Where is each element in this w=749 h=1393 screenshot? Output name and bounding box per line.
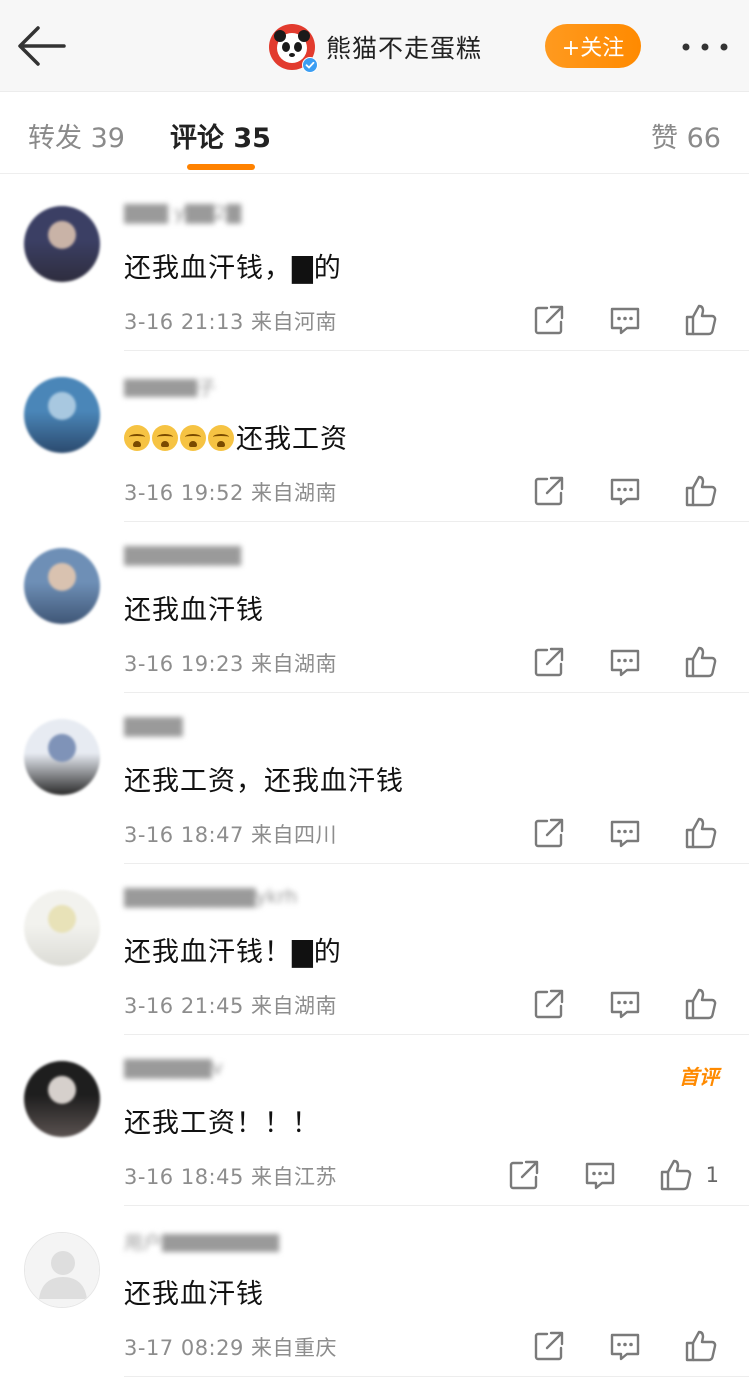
avatar[interactable]: [24, 719, 100, 795]
like-button[interactable]: [683, 644, 719, 680]
username[interactable]: ▇▇▇▇▇▇▇▇▇ykrh: [124, 886, 304, 910]
avatar[interactable]: [24, 1061, 100, 1137]
comment-text: 还我血汗钱！▇的: [124, 937, 342, 968]
comment-item: ▇▇▇▇▇▇v 首评 还我工资！！！ 3-16 18:45 来自江苏 1: [0, 1035, 749, 1206]
comment-icon[interactable]: [607, 986, 643, 1022]
more-icon[interactable]: [680, 40, 730, 54]
avatar[interactable]: [24, 1232, 100, 1308]
comment-icon[interactable]: [582, 1157, 618, 1193]
comment-actions: [491, 986, 719, 1022]
comment-meta: 3-16 21:45 来自湖南: [124, 994, 338, 1018]
crying-emoji-icon: [124, 425, 150, 451]
comment-text: 还我血汗钱，▇的: [124, 253, 342, 284]
crying-emoji-icon: [152, 425, 178, 451]
like-icon[interactable]: [683, 815, 719, 851]
like-button[interactable]: [683, 815, 719, 851]
comment-text: 还我工资！！！: [124, 1108, 320, 1139]
comment-meta: 3-16 18:45 来自江苏: [124, 1165, 338, 1189]
avatar[interactable]: [24, 377, 100, 453]
comment-actions: [491, 473, 719, 509]
comment-icon[interactable]: [607, 815, 643, 851]
share-icon[interactable]: [531, 302, 567, 338]
comment-item: ▇▇▇▇▇▇▇▇▇ykrh 还我血汗钱！▇的 3-16 21:45 来自湖南: [0, 864, 749, 1035]
comment-list: ▇▇▇ y▇▇2▇ 还我血汗钱，▇的 3-16 21:13 来自河南 ▇▇▇▇▇…: [0, 180, 749, 1377]
comment-meta: 3-16 19:23 来自湖南: [124, 652, 338, 676]
account-header[interactable]: 熊猫不走蛋糕: [268, 22, 482, 73]
top-bar: 熊猫不走蛋糕 +关注: [0, 0, 749, 92]
share-icon[interactable]: [531, 986, 567, 1022]
like-button[interactable]: [683, 1328, 719, 1364]
crying-emoji-icon: [208, 425, 234, 451]
username[interactable]: 用户▇▇▇▇▇▇▇▇: [124, 1228, 304, 1252]
username[interactable]: ▇▇▇▇: [124, 715, 304, 739]
like-icon[interactable]: [683, 302, 719, 338]
comment-text-body: 还我工资: [236, 424, 348, 455]
avatar[interactable]: [24, 890, 100, 966]
comment-icon[interactable]: [607, 302, 643, 338]
comment-actions: [491, 302, 719, 338]
comment-meta: 3-16 21:13 来自河南: [124, 310, 338, 334]
comment-actions: [491, 644, 719, 680]
like-icon[interactable]: [683, 986, 719, 1022]
comment-actions: [491, 1328, 719, 1364]
share-icon[interactable]: [531, 473, 567, 509]
comment-actions: [491, 815, 719, 851]
like-button[interactable]: [683, 302, 719, 338]
comment-text: 还我血汗钱: [124, 595, 264, 626]
comment-meta: 3-16 19:52 来自湖南: [124, 481, 338, 505]
avatar[interactable]: [24, 206, 100, 282]
first-comment-badge: 首评: [679, 1065, 719, 1089]
username[interactable]: ▇▇▇▇▇▇v: [124, 1057, 304, 1081]
share-icon[interactable]: [531, 644, 567, 680]
crying-emoji-icon: [180, 425, 206, 451]
like-count: 1: [705, 1163, 719, 1187]
username[interactable]: ▇▇▇▇▇子: [124, 373, 304, 397]
active-tab-indicator: [187, 164, 255, 170]
like-button[interactable]: [683, 473, 719, 509]
comment-text: 还我血汗钱: [124, 1279, 264, 1310]
like-icon[interactable]: [683, 644, 719, 680]
comment-text: 还我工资，还我血汗钱: [124, 766, 404, 797]
back-arrow-icon[interactable]: [14, 22, 70, 70]
comment-item: ▇▇▇▇▇▇▇▇ 还我血汗钱 3-16 19:23 来自湖南: [0, 522, 749, 693]
follow-button[interactable]: +关注: [545, 24, 641, 68]
comment-icon[interactable]: [607, 1328, 643, 1364]
avatar[interactable]: [24, 548, 100, 624]
share-icon[interactable]: [531, 815, 567, 851]
share-icon[interactable]: [506, 1157, 542, 1193]
verified-icon: [302, 57, 318, 73]
comment-icon[interactable]: [607, 473, 643, 509]
comment-meta: 3-17 08:29 来自重庆: [124, 1336, 338, 1360]
comment-icon[interactable]: [607, 644, 643, 680]
comment-actions: 1: [466, 1157, 719, 1193]
comment-meta: 3-16 18:47 来自四川: [124, 823, 338, 847]
comment-item: ▇▇▇▇▇子 还我工资 3-16 19:52 来自湖南: [0, 351, 749, 522]
like-icon[interactable]: [658, 1157, 694, 1193]
account-name[interactable]: 熊猫不走蛋糕: [326, 29, 482, 65]
panda-avatar-icon[interactable]: [268, 23, 318, 73]
comment-item: ▇▇▇ y▇▇2▇ 还我血汗钱，▇的 3-16 21:13 来自河南: [0, 180, 749, 351]
like-icon[interactable]: [683, 473, 719, 509]
comment-text: 还我工资: [124, 417, 348, 456]
comment-item: 用户▇▇▇▇▇▇▇▇ 还我血汗钱 3-17 08:29 来自重庆: [0, 1206, 749, 1377]
tab-bar: 转发 39 评论 35 赞 66: [0, 92, 749, 174]
share-icon[interactable]: [531, 1328, 567, 1364]
tab-comment[interactable]: 评论 35: [170, 116, 271, 155]
tab-repost[interactable]: 转发 39: [28, 116, 125, 155]
divider: [124, 1376, 749, 1377]
username[interactable]: ▇▇▇▇▇▇▇▇: [124, 544, 304, 568]
like-button[interactable]: [683, 986, 719, 1022]
comment-item: ▇▇▇▇ 还我工资，还我血汗钱 3-16 18:47 来自四川: [0, 693, 749, 864]
like-icon[interactable]: [683, 1328, 719, 1364]
like-button[interactable]: 1: [658, 1157, 719, 1193]
tab-like[interactable]: 赞 66: [651, 116, 721, 155]
username[interactable]: ▇▇▇ y▇▇2▇: [124, 202, 304, 226]
